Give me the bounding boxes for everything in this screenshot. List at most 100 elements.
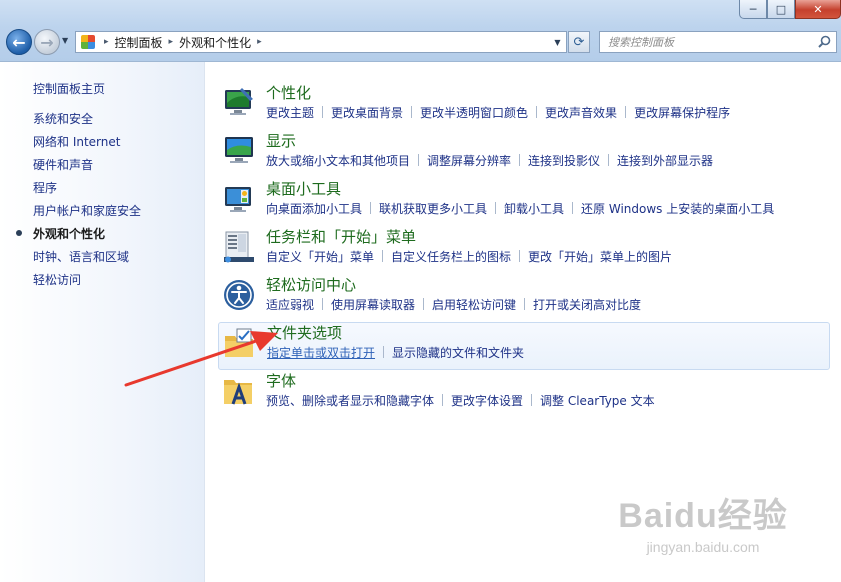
forward-button[interactable]: →: [34, 29, 60, 55]
breadcrumb-chevron-icon[interactable]: ▸: [257, 37, 262, 47]
category-folder-options[interactable]: 文件夹选项 指定单击或双击打开 显示隐藏的文件和文件夹: [218, 322, 830, 370]
screen-resolution-link[interactable]: 调整屏幕分辨率: [427, 152, 511, 169]
display-icon: [222, 134, 256, 168]
connect-projector-link[interactable]: 连接到投影仪: [528, 152, 600, 169]
change-theme-link[interactable]: 更改主题: [266, 104, 314, 121]
accessibility-keys-link[interactable]: 启用轻松访问键: [432, 296, 516, 313]
category-fonts: 字体 预览、删除或者显示和隐藏字体 更改字体设置 调整 ClearType 文本: [218, 370, 830, 418]
category-title[interactable]: 任务栏和「开始」菜单: [266, 226, 416, 247]
search-box[interactable]: [599, 31, 837, 53]
window-chrome: ─ □ ✕ ← → ▼ ▸ 控制面板 ▸ 外观和个性化 ▸ ▼ ⟳: [0, 0, 841, 62]
category-personalization: 个性化 更改主题 更改桌面背景 更改半透明窗口颜色 更改声音效果 更改屏幕保护程…: [218, 82, 830, 130]
forward-arrow-icon: →: [40, 32, 54, 52]
link-divider: [418, 154, 420, 166]
link-divider: [322, 298, 324, 310]
change-window-color-link[interactable]: 更改半透明窗口颜色: [420, 104, 528, 121]
low-vision-link[interactable]: 适应弱视: [266, 296, 314, 313]
breadcrumb-chevron-icon[interactable]: ▸: [169, 37, 174, 47]
breadcrumb-appearance[interactable]: 外观和个性化: [179, 34, 251, 51]
category-ease-of-access: 轻松访问中心 适应弱视 使用屏幕读取器 启用轻松访问键 打开或关闭高对比度: [218, 274, 830, 322]
chevron-down-icon: ▼: [554, 37, 561, 47]
watermark-url: jingyan.baidu.com: [646, 539, 760, 555]
link-divider: [370, 202, 372, 214]
link-divider: [383, 346, 385, 358]
refresh-icon: ⟳: [573, 34, 585, 50]
refresh-button[interactable]: ⟳: [568, 31, 590, 53]
minimize-button[interactable]: ─: [739, 0, 767, 19]
address-dropdown-button[interactable]: ▼: [549, 32, 566, 52]
adjust-cleartype-link[interactable]: 调整 ClearType 文本: [540, 392, 655, 409]
link-divider: [531, 394, 533, 406]
current-bullet-icon: [16, 230, 22, 236]
category-links: 更改主题 更改桌面背景 更改半透明窗口颜色 更改声音效果 更改屏幕保护程序: [266, 104, 730, 121]
breadcrumb-control-panel[interactable]: 控制面板: [115, 34, 163, 51]
category-title[interactable]: 个性化: [266, 82, 311, 103]
ease-of-access-icon: [222, 278, 256, 312]
link-divider: [572, 202, 574, 214]
text-size-link[interactable]: 放大或缩小文本和其他项目: [266, 152, 410, 169]
get-more-gadgets-link[interactable]: 联机获取更多小工具: [379, 200, 487, 217]
link-divider: [442, 394, 444, 406]
back-arrow-icon: ←: [12, 32, 26, 52]
link-divider: [608, 154, 610, 166]
category-links: 放大或缩小文本和其他项目 调整屏幕分辨率 连接到投影仪 连接到外部显示器: [266, 152, 713, 169]
annotation-arrow-icon: [124, 331, 278, 387]
preview-fonts-link[interactable]: 预览、删除或者显示和隐藏字体: [266, 392, 434, 409]
category-links: 预览、删除或者显示和隐藏字体 更改字体设置 调整 ClearType 文本: [266, 392, 655, 409]
sidebar-item-ease-of-access[interactable]: 轻松访问: [33, 273, 141, 296]
sidebar-item-clock-language[interactable]: 时钟、语言和区域: [33, 250, 141, 273]
change-start-picture-link[interactable]: 更改「开始」菜单上的图片: [528, 248, 672, 265]
restore-gadgets-link[interactable]: 还原 Windows 上安装的桌面小工具: [581, 200, 774, 217]
search-input[interactable]: [608, 35, 818, 49]
link-divider: [519, 250, 521, 262]
watermark: Baidu经验 jingyan.baidu.com: [603, 488, 803, 568]
screen-reader-link[interactable]: 使用屏幕读取器: [331, 296, 415, 313]
sidebar-item-programs[interactable]: 程序: [33, 181, 141, 204]
control-panel-home-link[interactable]: 控制面板主页: [33, 80, 105, 97]
sidebar-item-system-security[interactable]: 系统和安全: [33, 112, 141, 135]
address-bar[interactable]: ▸ 控制面板 ▸ 外观和个性化 ▸ ▼: [75, 31, 567, 53]
high-contrast-link[interactable]: 打开或关闭高对比度: [533, 296, 641, 313]
change-background-link[interactable]: 更改桌面背景: [331, 104, 403, 121]
maximize-button[interactable]: □: [767, 0, 795, 19]
category-display: 显示 放大或缩小文本和其他项目 调整屏幕分辨率 连接到投影仪 连接到外部显示器: [218, 130, 830, 178]
link-divider: [536, 106, 538, 118]
customize-taskbar-icons-link[interactable]: 自定义任务栏上的图标: [391, 248, 511, 265]
change-font-settings-link[interactable]: 更改字体设置: [451, 392, 523, 409]
category-title[interactable]: 桌面小工具: [266, 178, 341, 199]
link-divider: [411, 106, 413, 118]
recent-pages-button[interactable]: ▼: [62, 36, 72, 46]
category-links: 自定义「开始」菜单 自定义任务栏上的图标 更改「开始」菜单上的图片: [266, 248, 672, 265]
sidebar-item-hardware-sound[interactable]: 硬件和声音: [33, 158, 141, 181]
close-button[interactable]: ✕: [795, 0, 841, 19]
uninstall-gadget-link[interactable]: 卸载小工具: [504, 200, 564, 217]
breadcrumb-chevron-icon[interactable]: ▸: [104, 37, 109, 47]
category-links: 适应弱视 使用屏幕读取器 启用轻松访问键 打开或关闭高对比度: [266, 296, 641, 313]
back-button[interactable]: ←: [6, 29, 32, 55]
caption-buttons: ─ □ ✕: [739, 0, 841, 19]
category-list: 系统和安全 网络和 Internet 硬件和声音 程序 用户帐户和家庭安全 外观…: [16, 112, 141, 296]
sidebar-item-network[interactable]: 网络和 Internet: [33, 135, 141, 158]
link-divider: [625, 106, 627, 118]
sidebar-item-user-accounts[interactable]: 用户帐户和家庭安全: [33, 204, 141, 227]
category-links: 指定单击或双击打开 显示隐藏的文件和文件夹: [267, 344, 524, 361]
personalization-icon: [222, 86, 256, 120]
category-title[interactable]: 轻松访问中心: [266, 274, 356, 295]
gadgets-icon: [222, 182, 256, 216]
change-screensaver-link[interactable]: 更改屏幕保护程序: [634, 104, 730, 121]
add-gadgets-link[interactable]: 向桌面添加小工具: [266, 200, 362, 217]
taskbar-icon: [222, 230, 256, 264]
search-icon[interactable]: [818, 35, 831, 52]
category-gadgets: 桌面小工具 向桌面添加小工具 联机获取更多小工具 卸载小工具 还原 Window…: [218, 178, 830, 226]
sidebar-item-label: 外观和个性化: [33, 227, 106, 241]
category-links: 向桌面添加小工具 联机获取更多小工具 卸载小工具 还原 Windows 上安装的…: [266, 200, 774, 217]
category-title[interactable]: 显示: [266, 130, 296, 151]
category-taskbar: 任务栏和「开始」菜单 自定义「开始」菜单 自定义任务栏上的图标 更改「开始」菜单…: [218, 226, 830, 274]
change-sounds-link[interactable]: 更改声音效果: [545, 104, 617, 121]
connect-external-display-link[interactable]: 连接到外部显示器: [617, 152, 713, 169]
link-divider: [382, 250, 384, 262]
customize-start-menu-link[interactable]: 自定义「开始」菜单: [266, 248, 374, 265]
link-divider: [423, 298, 425, 310]
show-hidden-files-link[interactable]: 显示隐藏的文件和文件夹: [392, 344, 524, 361]
watermark-logo: Baidu经验: [618, 497, 788, 535]
